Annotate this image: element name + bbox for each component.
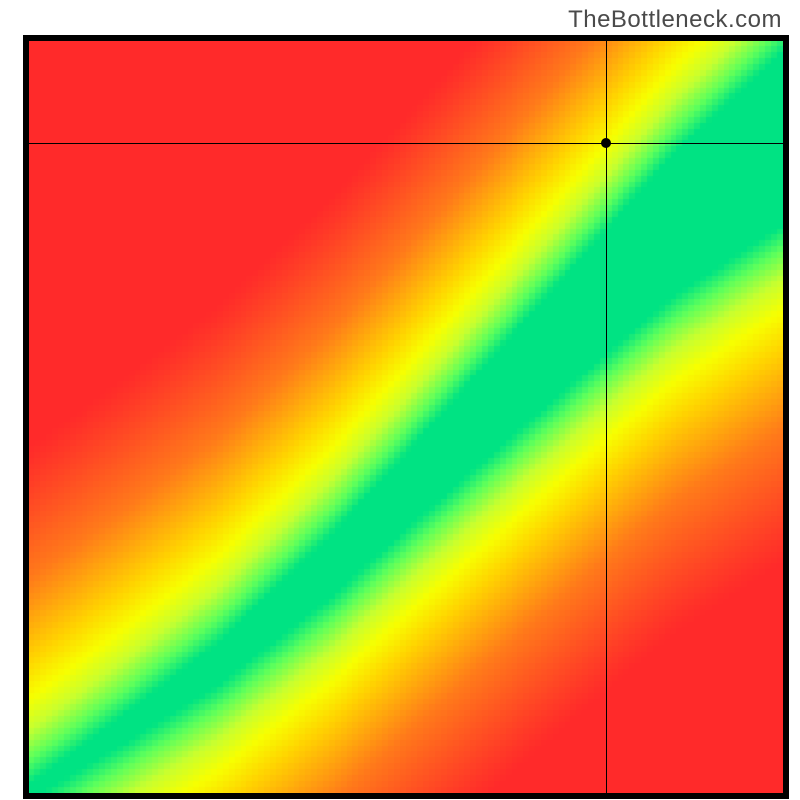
heatmap-canvas [29,41,783,793]
chart-wrapper: TheBottleneck.com [0,0,800,800]
watermark-brand: TheBottleneck.com [568,6,782,34]
crosshair-vertical [606,41,607,793]
chart-frame [23,35,789,799]
crosshair-horizontal [29,143,783,144]
data-point-marker [601,138,611,148]
